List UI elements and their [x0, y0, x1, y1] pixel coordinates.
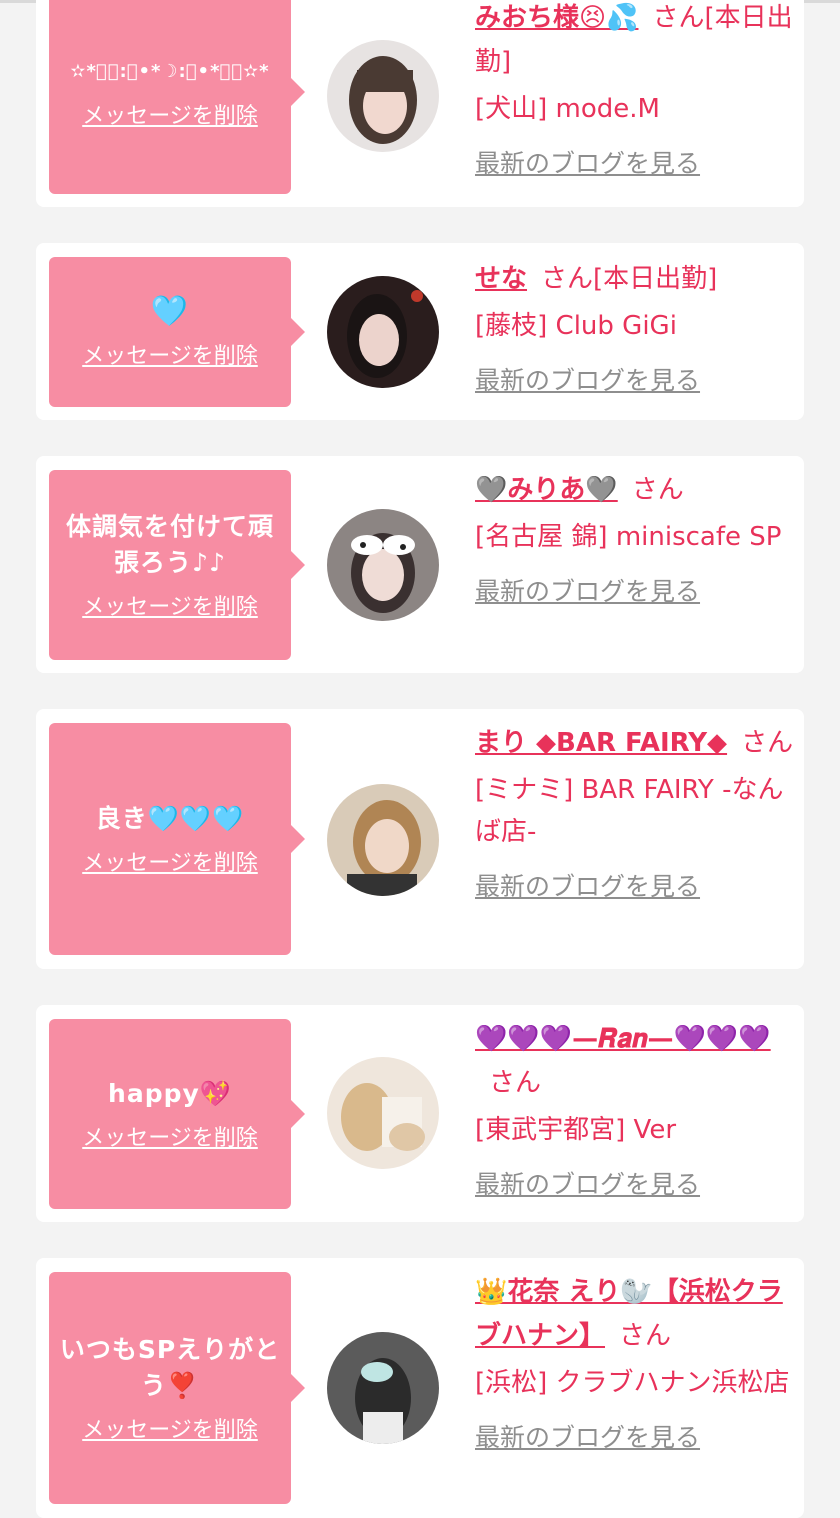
delete-message-link[interactable]: メッセージを削除 [82, 98, 258, 130]
message-card: 🩵 メッセージを削除 せな さん[本日出勤] [藤枝] Club GiGi 最新の… [36, 243, 804, 420]
message-text: happy💖 [108, 1079, 232, 1108]
message-card: いつもSPえりがとう❣️ メッセージを削除 👑花奈 えり🦭【浜松クラブハナン】さ… [36, 1258, 804, 1518]
message-bubble: 良き🩵🩵🩵 メッセージを削除 [49, 723, 305, 955]
message-bubble: ✫*ﾟ｡:ﾟ•*☽:ﾟ•*ﾟ｡✫* メッセージを削除 [49, 0, 305, 194]
delete-message-link[interactable]: メッセージを削除 [82, 1412, 258, 1444]
message-text: 良き🩵🩵🩵 [95, 804, 245, 833]
message-bubble: 体調気を付けて頑張ろう♪♪ メッセージを削除 [49, 470, 305, 660]
message-card: happy💖 メッセージを削除 💜💜💜—𝑹𝒂𝒏—💜💜💜 さん [東武宇都宮] Ve… [36, 1005, 804, 1222]
cast-info: まり ◆BAR FAIRY◆ さん [ミナミ] BAR FAIRY -なんば店- … [475, 721, 795, 903]
message-bubble: 🩵 メッセージを削除 [49, 257, 305, 407]
cast-info: 🩶みりあ🩶 さん [名古屋 錦] miniscafe SP 最新のブログを見る [475, 468, 795, 608]
message-card: ✫*ﾟ｡:ﾟ•*☽:ﾟ•*ﾟ｡✫* メッセージを削除 みおち様😣💦 さん[本日出勤… [36, 0, 804, 207]
avatar[interactable] [327, 40, 439, 152]
message-text: ✫*ﾟ｡:ﾟ•*☽:ﾟ•*ﾟ｡✫* [70, 61, 270, 82]
cast-name-link[interactable]: せな [475, 264, 527, 294]
delete-message-link[interactable]: メッセージを削除 [82, 1120, 258, 1152]
cast-info: 👑花奈 えり🦭【浜松クラブハナン】 さん [浜松] クラブハナン浜松店 最新のブロ… [475, 1270, 795, 1454]
delete-message-link[interactable]: メッセージを削除 [82, 845, 258, 877]
delete-message-link[interactable]: メッセージを削除 [82, 338, 258, 370]
avatar[interactable] [327, 1332, 439, 1444]
san-suffix: さん [741, 728, 794, 758]
san-suffix: さん [619, 1321, 672, 1351]
avatar[interactable] [327, 509, 439, 621]
cast-name-link[interactable]: まり ◆BAR FAIRY◆ [475, 728, 727, 758]
delete-message-link[interactable]: メッセージを削除 [82, 589, 258, 621]
shop-text: [藤枝] Club GiGi [475, 311, 677, 341]
shop-text: [名古屋 錦] miniscafe SP [475, 522, 782, 552]
cast-name-link[interactable]: 💜💜💜—𝑹𝒂𝒏—💜💜💜 [475, 1024, 771, 1054]
cast-name-link[interactable]: 🩶みりあ🩶 [475, 475, 618, 505]
shop-text: [東武宇都宮] Ver [475, 1115, 677, 1145]
cast-info: せな さん[本日出勤] [藤枝] Club GiGi 最新のブログを見る [475, 257, 795, 397]
san-suffix: さん [541, 264, 594, 294]
message-card: 良き🩵🩵🩵 メッセージを削除 まり ◆BAR FAIRY◆ さん [ミナミ] BA… [36, 709, 804, 969]
message-text: いつもSPえりがとう❣️ [59, 1335, 281, 1400]
latest-blog-link[interactable]: 最新のブログを見る [475, 1165, 700, 1201]
latest-blog-link[interactable]: 最新のブログを見る [475, 144, 700, 180]
san-suffix: さん [489, 1068, 542, 1098]
shop-text: [ミナミ] BAR FAIRY -なんば店- [475, 775, 784, 847]
message-text: 🩵 [150, 294, 190, 329]
avatar[interactable] [327, 276, 439, 388]
shop-text: [犬山] mode.M [475, 94, 660, 124]
shop-text: [浜松] クラブハナン浜松店 [475, 1368, 790, 1398]
message-bubble: happy💖 メッセージを削除 [49, 1019, 305, 1209]
status-text: [本日出勤] [593, 264, 718, 294]
message-bubble: いつもSPえりがとう❣️ メッセージを削除 [49, 1272, 305, 1504]
avatar[interactable] [327, 784, 439, 896]
cast-info: みおち様😣💦 さん[本日出勤] [犬山] mode.M 最新のブログを見る [475, 0, 795, 180]
latest-blog-link[interactable]: 最新のブログを見る [475, 572, 700, 608]
message-text: 体調気を付けて頑張ろう♪♪ [65, 512, 274, 577]
message-card: 体調気を付けて頑張ろう♪♪ メッセージを削除 🩶みりあ🩶 さん [名古屋 錦] m… [36, 456, 804, 673]
latest-blog-link[interactable]: 最新のブログを見る [475, 867, 700, 903]
avatar[interactable] [327, 1057, 439, 1169]
cast-name-link[interactable]: みおち様😣💦 [475, 3, 638, 33]
san-suffix: さん [631, 475, 684, 505]
latest-blog-link[interactable]: 最新のブログを見る [475, 361, 700, 397]
latest-blog-link[interactable]: 最新のブログを見る [475, 1418, 700, 1454]
san-suffix: さん [652, 3, 705, 33]
cast-info: 💜💜💜—𝑹𝒂𝒏—💜💜💜 さん [東武宇都宮] Ver 最新のブログを見る [475, 1017, 795, 1201]
